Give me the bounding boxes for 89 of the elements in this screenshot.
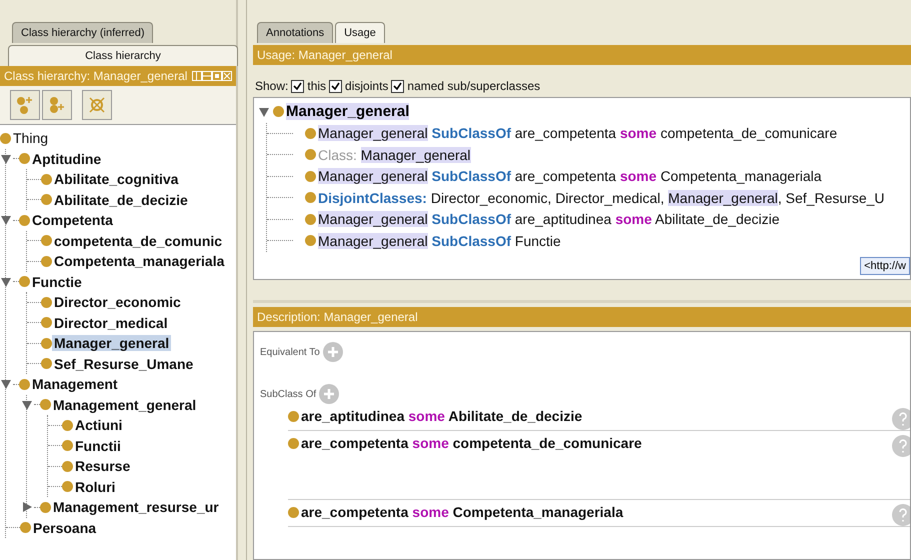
class-icon (62, 481, 73, 492)
tree-item[interactable]: Director_economic (52, 294, 183, 310)
axiom-text: Manager_general SubClassOf are_competenta some competenta_de_comunicare (318, 125, 838, 142)
class-icon (41, 358, 52, 370)
class-icon (41, 235, 52, 246)
section-label: Equivalent To (260, 346, 320, 358)
tree-item[interactable]: Actiuni (73, 417, 124, 434)
tab[interactable]: Class hierarchy (8, 45, 238, 66)
axiom-text: Class: Manager_general (318, 146, 471, 163)
class-icon (305, 170, 316, 182)
class-icon (19, 378, 30, 390)
class-icon (0, 132, 11, 144)
class-icon (288, 507, 299, 518)
tree-item[interactable]: Roluri (73, 478, 118, 495)
usage-root: Manager_general (286, 103, 410, 120)
class-icon (19, 276, 30, 288)
tree-item[interactable]: Director_medical (52, 314, 170, 331)
axiom-text: Manager_general SubClassOf are_aptitudinea some Abilitate_de_decizie (318, 211, 780, 228)
collapse-triangle-icon[interactable] (1, 276, 11, 287)
checkbox[interactable] (329, 80, 342, 92)
class-icon (288, 411, 299, 422)
axiom-text: are_aptitudinea some Abilitate_de_decizie (301, 408, 582, 424)
checkbox[interactable] (391, 80, 404, 92)
tree-item[interactable]: Competenta_manageriala (52, 253, 226, 270)
collapse-triangle-icon[interactable] (1, 379, 11, 390)
tree-item[interactable]: Management_resurse_ur (51, 499, 221, 516)
description-header: Description: Manager_general (253, 307, 911, 327)
class-icon (273, 106, 284, 118)
class-icon (305, 235, 316, 246)
checkbox-label: named sub/superclasses (407, 79, 540, 93)
tab[interactable]: Usage (335, 22, 385, 43)
collapse-triangle-icon[interactable] (259, 106, 269, 117)
class-icon (62, 420, 73, 431)
tree-item[interactable]: competenta_de_comunic (52, 232, 224, 249)
tree-item[interactable]: Functie (30, 274, 84, 290)
class-icon (62, 460, 73, 472)
usage-header: Usage: Manager_general (253, 45, 911, 65)
tree-item[interactable]: Aptitudine (30, 150, 104, 167)
tree-item[interactable]: Manager_general (52, 335, 172, 352)
class-icon (305, 192, 316, 204)
section-label: SubClass Of (260, 388, 316, 400)
tab[interactable]: Annotations (257, 22, 334, 43)
tree-item[interactable]: Functii (73, 438, 123, 454)
collapse-triangle-icon[interactable] (1, 154, 11, 164)
tree-item[interactable]: Management_general (51, 396, 198, 413)
tree-item[interactable]: Sef_Resurse_Umane (52, 356, 196, 372)
expand-triangle-icon[interactable] (22, 502, 32, 512)
axiom-text: Manager_general SubClassOf are_competenta some Competenta_manageriala (318, 168, 822, 184)
add-child-class-icon (15, 95, 35, 115)
plus-icon (323, 388, 336, 400)
tree-item[interactable]: Abilitate_de_decizie (52, 192, 190, 208)
class-icon (41, 296, 52, 308)
tab[interactable]: Class hierarchy (inferred) (12, 22, 154, 43)
delete-class-icon (87, 95, 107, 115)
tree-item[interactable]: Abilitate_cognitiva (52, 171, 180, 188)
class-icon (62, 440, 73, 452)
tree-item[interactable]: Competenta (30, 212, 115, 228)
show-label: Show: (255, 79, 288, 93)
class-icon (19, 153, 30, 164)
panel-title: Class hierarchy: Manager_general (4, 69, 188, 83)
class-icon (41, 256, 52, 267)
class-icon (40, 502, 51, 513)
class-icon (41, 174, 52, 185)
add-sibling-class-icon (47, 95, 67, 115)
collapse-triangle-icon[interactable] (1, 215, 11, 226)
tree-item[interactable]: Resurse (73, 458, 132, 474)
collapse-triangle-icon[interactable] (22, 400, 32, 410)
checkbox[interactable] (291, 80, 304, 92)
class-icon (40, 399, 51, 410)
axiom-text: DisjointClasses: Director_economic, Director_medical, Manager_general, Sef_Resurse_U (318, 190, 884, 206)
checkbox-label: this (307, 79, 326, 93)
class-icon (19, 214, 30, 226)
axiom-text: are_competenta some competenta_de_comunicare (301, 435, 642, 451)
class-icon (41, 194, 52, 206)
class-icon (305, 214, 316, 225)
plus-icon (326, 346, 339, 358)
class-icon (305, 149, 316, 160)
tooltip: <http://w (860, 257, 910, 275)
tree-item[interactable]: Management (30, 376, 120, 392)
axiom-text: Manager_general SubClassOf Functie (318, 232, 561, 249)
class-icon (288, 438, 299, 449)
class-icon (305, 128, 316, 139)
tree-item[interactable]: Thing (11, 130, 50, 146)
class-icon (41, 338, 52, 349)
tree-item[interactable]: Persoana (31, 520, 98, 536)
checkbox-label: disjoints (345, 79, 388, 93)
class-icon (41, 317, 52, 328)
class-icon (20, 522, 31, 534)
axiom-text: are_competenta some Competenta_manageriala (301, 504, 624, 520)
